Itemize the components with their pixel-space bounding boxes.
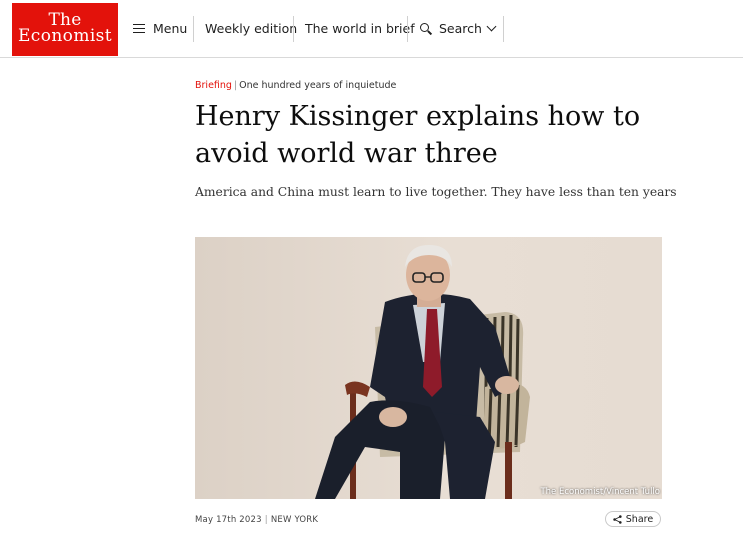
nav-divider xyxy=(293,16,294,42)
image-credit: The Economist/Vincent Tullo xyxy=(540,487,660,497)
weekly-edition-link[interactable]: Weekly edition xyxy=(205,0,297,57)
economist-logo[interactable]: The Economist xyxy=(12,3,118,56)
headline-line-1: Henry Kissinger explains how to xyxy=(195,101,641,132)
share-button[interactable]: Share xyxy=(605,511,661,527)
menu-label: Menu xyxy=(153,21,188,36)
search-icon xyxy=(420,23,433,35)
kicker-divider: | xyxy=(233,80,238,91)
menu-button[interactable]: Menu xyxy=(133,0,187,57)
nav-divider xyxy=(193,16,194,42)
headline-line-2: avoid world war three xyxy=(195,138,498,169)
dateline-divider: | xyxy=(264,515,268,525)
share-icon xyxy=(613,514,622,524)
series-label: One hundred years of inquietude xyxy=(239,80,397,91)
site-header: The Economist Menu Weekly edition The wo… xyxy=(0,0,743,58)
search-button[interactable]: Search xyxy=(420,0,497,57)
article-standfirst: America and China must learn to live tog… xyxy=(195,185,677,199)
nav-divider xyxy=(407,16,408,42)
section-link[interactable]: Briefing xyxy=(195,80,232,91)
share-label: Share xyxy=(625,513,654,525)
world-in-brief-label: The world in brief xyxy=(305,21,415,36)
publish-date: May 17th 2023 xyxy=(195,515,262,525)
article-dateline: May 17th 2023 | NEW YORK xyxy=(195,515,318,525)
nav-divider xyxy=(503,16,504,42)
portrait-illustration xyxy=(315,245,530,499)
hamburger-icon xyxy=(133,23,145,34)
search-label: Search xyxy=(439,21,482,36)
article-kicker: Briefing | One hundred years of inquietude xyxy=(195,80,396,91)
chevron-down-icon xyxy=(486,21,497,32)
article-photo: The Economist/Vincent Tullo xyxy=(195,237,662,499)
dateline-location: NEW YORK xyxy=(270,515,319,525)
article-headline: Henry Kissinger explains how to avoid wo… xyxy=(195,98,665,172)
logo-line-2: Economist xyxy=(17,26,113,46)
weekly-edition-label: Weekly edition xyxy=(205,21,298,36)
world-in-brief-link[interactable]: The world in brief xyxy=(305,0,415,57)
